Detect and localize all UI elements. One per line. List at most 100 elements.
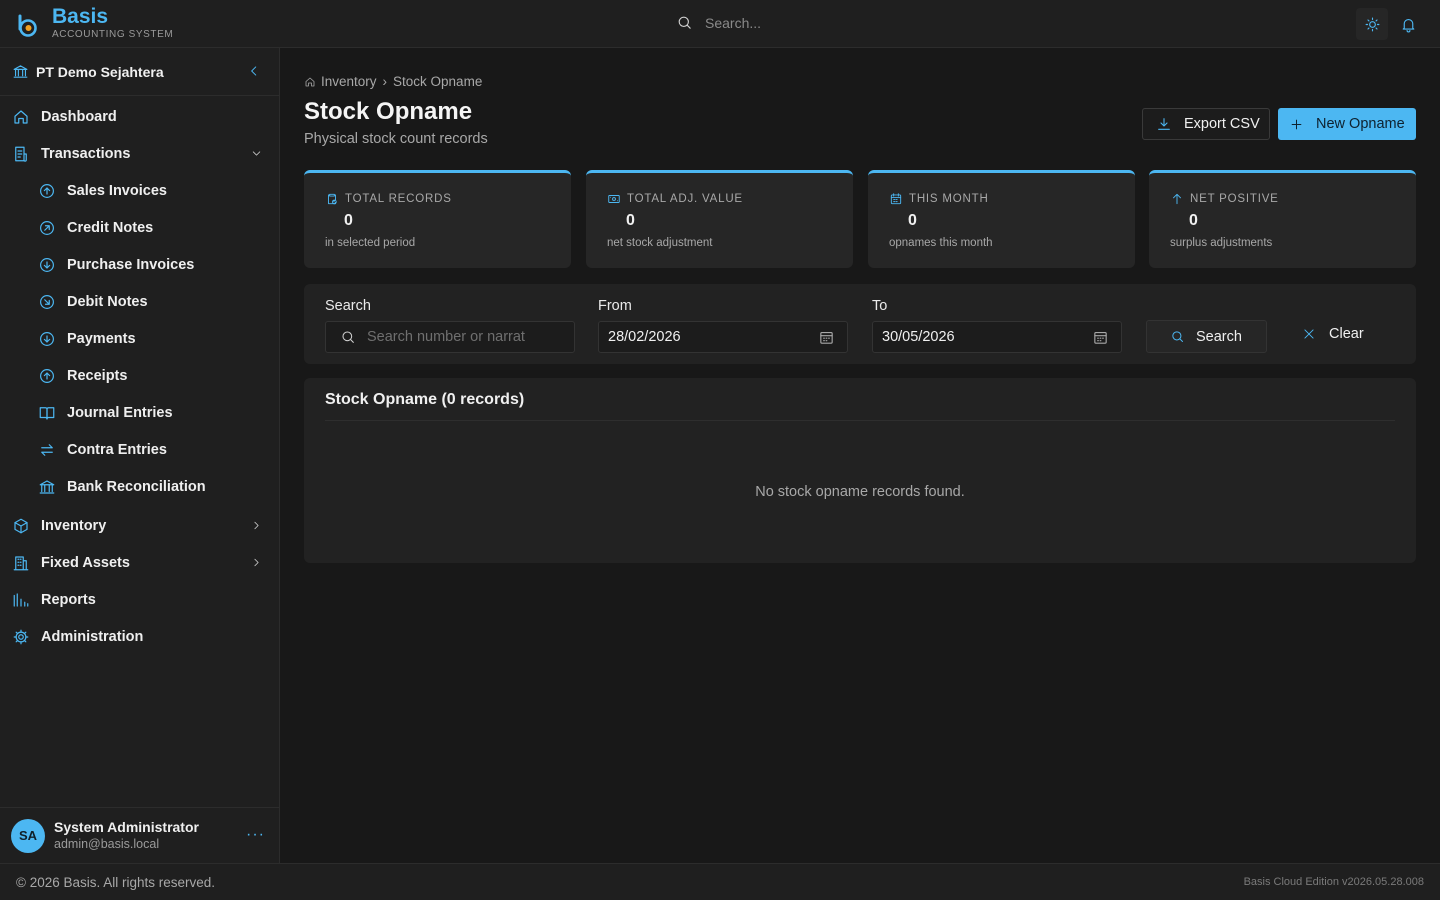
from-date-value: 28/02/2026 [608, 329, 681, 345]
bar-chart-icon [13, 592, 29, 607]
breadcrumb-current: Stock Opname [393, 74, 483, 89]
stat-card-total-adj-value: TOTAL ADJ. VALUE 0 net stock adjustment [586, 170, 853, 268]
bell-icon [1402, 18, 1414, 32]
stat-note: opnames this month [889, 237, 993, 249]
company-switcher[interactable]: PT Demo Sejahtera [0, 48, 279, 96]
app-logo[interactable]: Basis ACCOUNTING SYSTEM [16, 5, 173, 42]
notifications-button[interactable] [1392, 8, 1424, 40]
search-label: Search [325, 298, 371, 314]
search-input-placeholder: Search number or narrat [367, 329, 525, 345]
theme-toggle-button[interactable] [1356, 8, 1388, 40]
chevron-down-icon [252, 151, 261, 156]
breadcrumb-separator: › [382, 74, 388, 89]
clear-button-label: Clear [1329, 326, 1364, 342]
sidebar-item-label: Administration [41, 628, 144, 645]
sidebar-item-label: Credit Notes [67, 219, 154, 236]
breadcrumb-parent[interactable]: Inventory [321, 74, 377, 89]
chevron-right-icon [254, 558, 259, 567]
sidebar-item-journal-entries[interactable]: Journal Entries [0, 394, 279, 431]
copyright-text: © 2026 Basis. All rights reserved. [16, 875, 216, 890]
chevron-left-icon[interactable] [247, 64, 261, 78]
stat-note: in selected period [325, 237, 416, 249]
stat-label: TOTAL ADJ. VALUE [627, 193, 743, 205]
sidebar-item-label: Inventory [41, 517, 107, 534]
sidebar-item-purchase-invoices[interactable]: Purchase Invoices [0, 246, 279, 283]
stat-card-total-records: TOTAL RECORDS 0 in selected period [304, 170, 571, 268]
sidebar-item-bank-reconciliation[interactable]: Bank Reconciliation [0, 468, 279, 505]
sidebar-item-contra-entries[interactable]: Contra Entries [0, 431, 279, 468]
version-text: Basis Cloud Edition v2026.05.28.008 [1243, 876, 1424, 888]
from-date-field[interactable]: 28/02/2026 [598, 321, 848, 353]
sidebar-item-dashboard[interactable]: Dashboard [0, 98, 279, 135]
sun-icon [1365, 17, 1379, 31]
stock-opname-table-card: Stock Opname (0 records) No stock opname… [304, 378, 1416, 563]
stat-note: surplus adjustments [1170, 237, 1273, 249]
stat-card-net-positive: NET POSITIVE 0 surplus adjustments [1149, 170, 1416, 268]
arrow-down-right-circle-icon [40, 294, 54, 309]
arrow-down-circle-icon [40, 331, 54, 346]
to-date-field[interactable]: 30/05/2026 [872, 321, 1122, 353]
arrow-up-right-circle-icon [40, 220, 54, 235]
to-label: To [872, 298, 888, 314]
sidebar-item-credit-notes[interactable]: Credit Notes [0, 209, 279, 246]
search-button[interactable]: Search [1146, 320, 1267, 353]
stat-label: NET POSITIVE [1190, 193, 1279, 205]
stat-value: 0 [626, 212, 635, 229]
export-csv-label: Export CSV [1184, 116, 1260, 132]
sidebar-item-sales-invoices[interactable]: Sales Invoices [0, 172, 279, 209]
sidebar-item-label: Journal Entries [67, 404, 173, 421]
search-input[interactable]: Search number or narrat [325, 321, 575, 353]
from-label: From [598, 298, 632, 314]
calendar-icon [890, 193, 902, 205]
app-name: Basis [52, 5, 109, 28]
sidebar-item-label: Purchase Invoices [67, 256, 195, 273]
global-search-placeholder[interactable]: Search... [705, 15, 761, 31]
user-profile[interactable]: SA System Administrator admin@basis.loca… [0, 807, 279, 863]
table-title: Stock Opname (0 records) [325, 391, 525, 408]
close-icon [1304, 329, 1314, 339]
stats-row: TOTAL RECORDS 0 in selected period TOTAL… [304, 170, 1416, 268]
box-icon [14, 518, 28, 533]
sidebar-item-transactions[interactable]: Transactions [0, 135, 279, 172]
user-menu-button[interactable]: ··· [246, 826, 265, 844]
arrow-up-circle-icon [40, 183, 54, 198]
sidebar-item-administration[interactable]: Administration [0, 618, 279, 655]
calendar-icon[interactable] [1092, 329, 1109, 346]
search-icon [342, 331, 354, 343]
search-icon [678, 16, 691, 29]
download-icon [1158, 118, 1170, 130]
to-date-value: 30/05/2026 [882, 329, 955, 345]
home-icon [14, 109, 28, 124]
sidebar-item-label: Sales Invoices [67, 182, 167, 199]
stat-card-this-month: THIS MONTH 0 opnames this month [868, 170, 1135, 268]
stat-note: net stock adjustment [607, 237, 713, 249]
sidebar-item-receipts[interactable]: Receipts [0, 357, 279, 394]
sidebar-item-label: Payments [67, 330, 136, 347]
sidebar-item-inventory[interactable]: Inventory [0, 507, 279, 544]
sidebar-item-reports[interactable]: Reports [0, 581, 279, 618]
chevron-right-icon [254, 521, 259, 530]
sidebar-item-label: Fixed Assets [41, 554, 130, 571]
export-csv-button[interactable]: Export CSV [1142, 108, 1270, 140]
sidebar-item-label: Receipts [67, 367, 128, 384]
global-search[interactable]: Search... [676, 14, 761, 31]
book-icon [39, 406, 55, 420]
sidebar-item-debit-notes[interactable]: Debit Notes [0, 283, 279, 320]
clear-button[interactable]: Clear [1302, 326, 1364, 342]
sidebar-item-label: Transactions [41, 145, 131, 162]
bank-icon [13, 65, 28, 78]
footer: © 2026 Basis. All rights reserved. Basis… [0, 863, 1440, 900]
search-button-label: Search [1196, 328, 1242, 345]
sidebar-item-fixed-assets[interactable]: Fixed Assets [0, 544, 279, 581]
clipboard-check-icon [328, 193, 337, 205]
plus-icon [1291, 119, 1302, 129]
new-opname-button[interactable]: New Opname [1278, 108, 1416, 140]
receipt-icon [15, 146, 27, 162]
sidebar-item-payments[interactable]: Payments [0, 320, 279, 357]
stat-value: 0 [344, 212, 353, 229]
empty-state-message: No stock opname records found. [755, 484, 965, 500]
calendar-icon[interactable] [818, 329, 835, 346]
page-title: Stock Opname [304, 98, 473, 125]
stat-value: 0 [1189, 212, 1198, 229]
arrow-down-circle-icon [40, 257, 54, 272]
